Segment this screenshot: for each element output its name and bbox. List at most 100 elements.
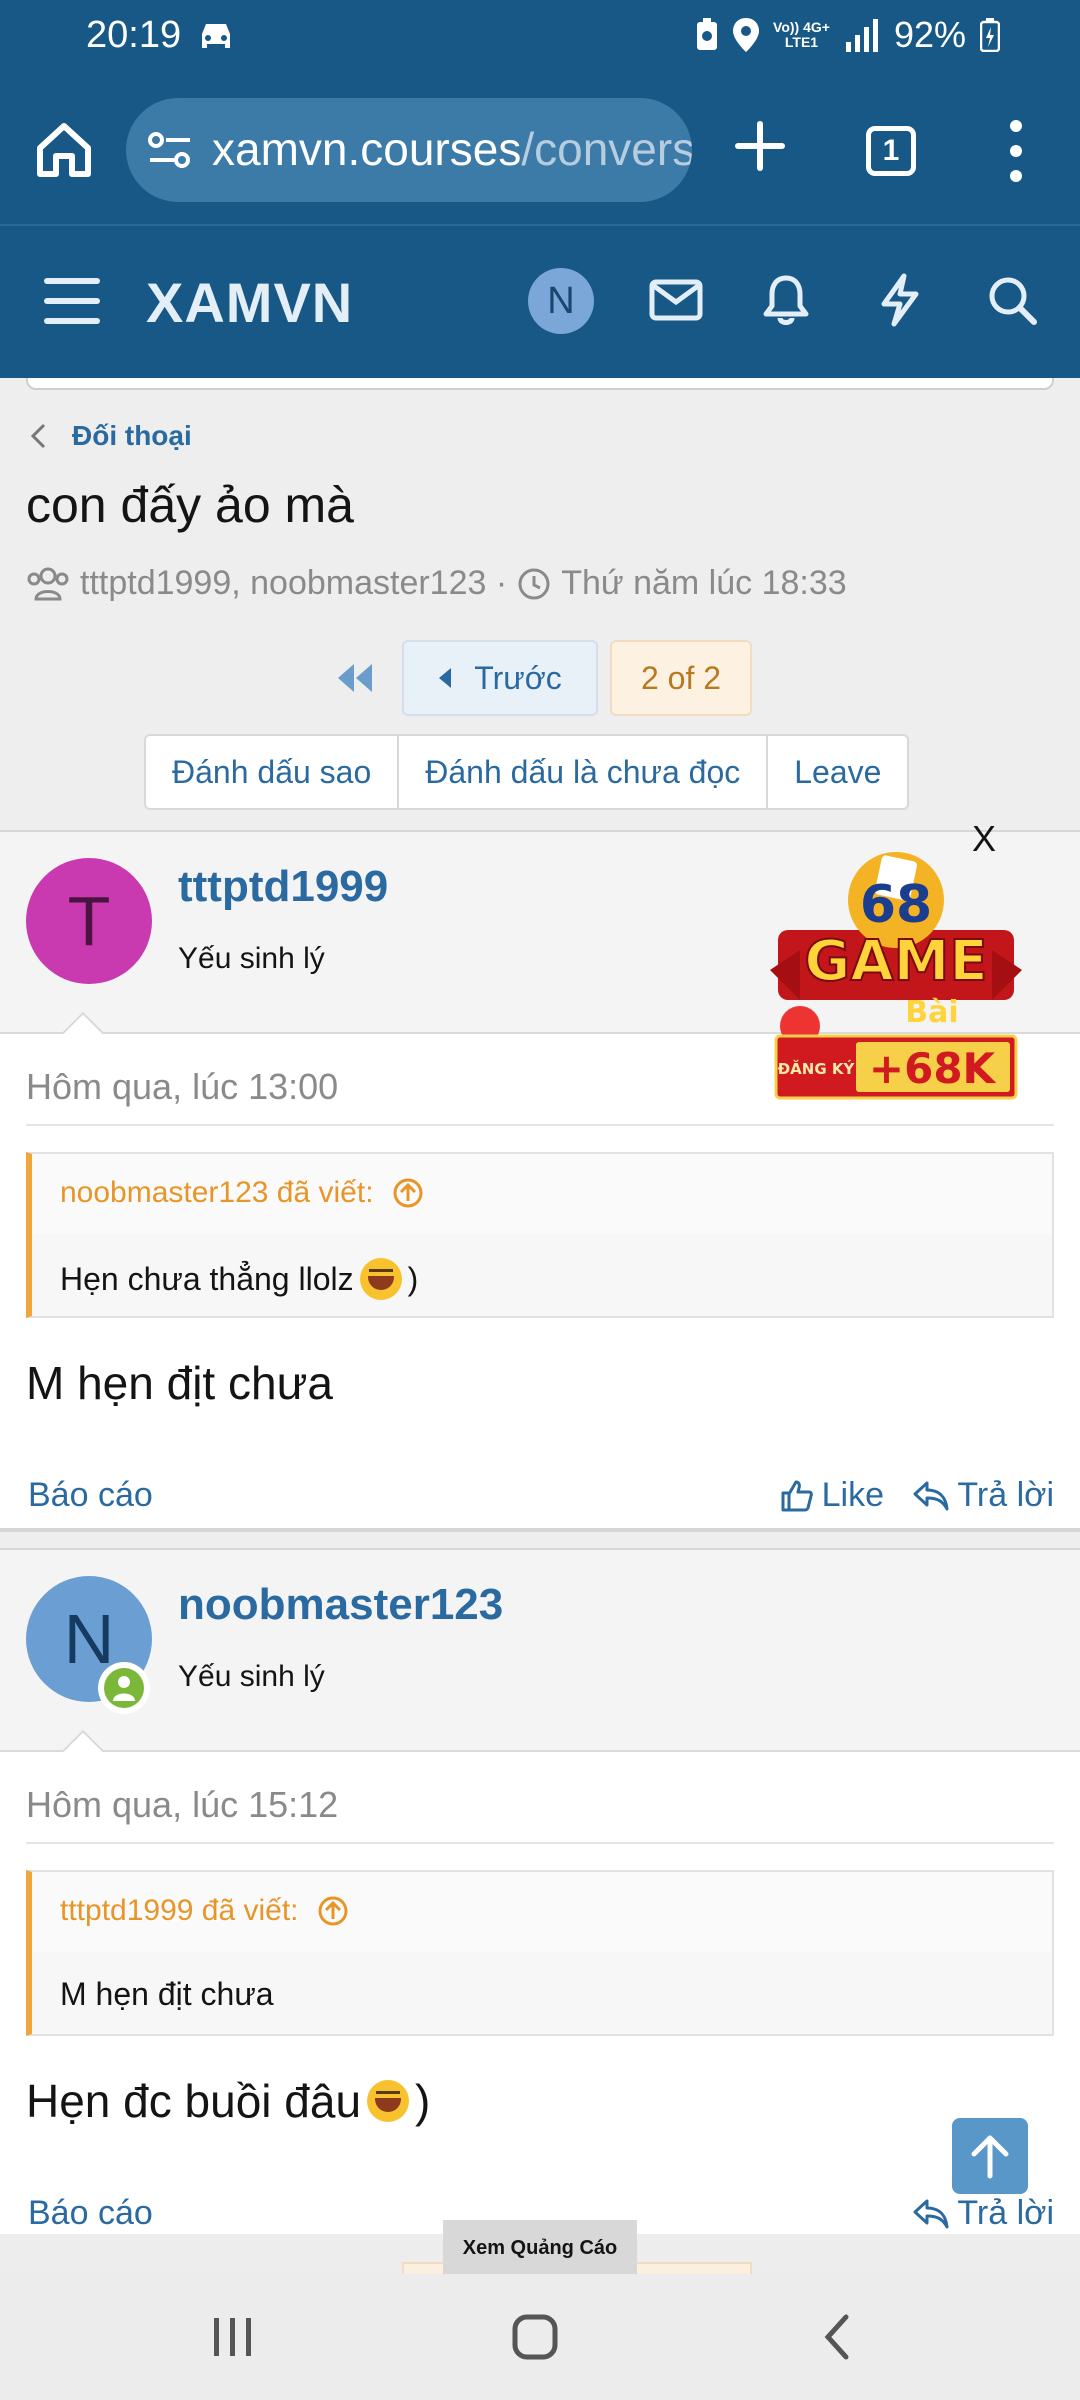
location-icon [733,18,760,52]
reply-button[interactable]: Trả lời [913,1476,1054,1515]
message-header: N noobmaster123 Yếu sinh lý [0,1550,1080,1773]
like-button[interactable]: Like [780,1476,884,1515]
ad-bonus: +68K [869,1044,997,1093]
current-page[interactable]: 2 of 2 [610,640,752,716]
reply-icon [913,1481,949,1510]
reply-label: Trả lời [957,2194,1054,2232]
message-date[interactable]: Hôm qua, lúc 13:00 [26,1066,338,1108]
message-body: M hẹn địt chưa [26,1356,333,1410]
report-button[interactable]: Báo cáo [28,2194,153,2233]
reply-button[interactable]: Trả lời [913,2194,1054,2233]
back-icon[interactable] [814,2312,864,2362]
quote-author[interactable]: tttptd1999 đã viết: [60,1894,349,1928]
network-sublabel: LTE1 [784,34,819,50]
header-edge [26,378,1054,390]
new-tab-icon[interactable] [730,116,790,176]
ad-brand: 68 [860,875,932,935]
participants: tttptd1999, noobmaster123 · [80,564,508,602]
more-options-icon[interactable] [1004,116,1028,186]
online-badge [98,1662,150,1714]
star-button[interactable]: Đánh dấu sao [146,736,400,808]
menu-icon[interactable] [42,276,102,326]
user-icon [113,1676,135,1701]
conversation-actions: Đánh dấu sao Đánh dấu là chưa đọc Leave [144,734,910,810]
page-title: con đấy ảo mà [26,477,354,533]
view-ad-tab[interactable]: Xem Quảng Cáo [443,2220,637,2274]
breadcrumb[interactable]: Đối thoại [30,420,192,452]
recent-apps-icon[interactable] [208,2312,258,2362]
user-title: Yếu sinh lý [178,942,325,975]
scroll-to-top-button[interactable] [952,2118,1028,2194]
ad-cta: ĐĂNG KÝ [778,1059,856,1078]
status-bar: 20:19 Vo)) 4G+ LTE1 92% [0,0,1080,78]
home-nav-icon[interactable] [510,2312,560,2362]
breadcrumb-label[interactable]: Đối thoại [72,420,192,452]
quote-text-content: Hẹn chưa thẳng llolz [60,1260,354,1297]
site-header: XAMVN N [0,224,1080,378]
game-ad-banner[interactable]: 68 GAME Bài ĐĂNG KÝ +68K [760,840,1032,1116]
message-footer: Báo cáo Like Trả lời [28,1472,1054,1522]
conversation-time: Thứ năm lúc 18:33 [561,564,847,602]
search-icon[interactable] [984,272,1040,328]
site-logo[interactable]: XAMVN [146,270,353,335]
message-text-suffix: ) [415,2075,431,2127]
system-nav-bar [0,2274,1080,2400]
battery-icon [980,18,1000,52]
arrow-up-circle-icon[interactable] [317,1895,349,1927]
page-content: Đối thoại con đấy ảo mà tttptd1999, noob… [0,378,1080,2234]
quote-author-label: noobmaster123 đã viết: [60,1176,374,1209]
message: N noobmaster123 Yếu sinh lý Hôm qua, lúc… [0,1548,1080,2234]
laughing-emoji-icon [367,2080,410,2122]
bell-icon[interactable] [758,272,814,328]
address-bar[interactable]: xamvn.courses/conversations [126,98,692,202]
avatar[interactable]: T [26,858,152,984]
previous-label: Trước [474,659,562,696]
thumbs-up-icon [781,1480,813,1511]
quote-block: tttptd1999 đã viết: M hẹn địt chưa [26,1870,1054,2036]
users-icon [27,567,69,600]
quote-text: M hẹn địt chưa [60,1976,274,2012]
lightning-icon[interactable] [872,272,928,328]
username[interactable]: noobmaster123 [178,1580,503,1630]
url-host: xamvn.courses [212,123,522,175]
account-avatar[interactable]: N [528,268,594,334]
url-text: xamvn.courses/conversations [212,122,692,176]
chevron-left-icon [30,423,46,449]
home-icon[interactable] [32,118,96,182]
laughing-emoji-icon [359,1258,402,1300]
ad-subtitle: Bài [905,995,958,1030]
quote-author[interactable]: noobmaster123 đã viết: [60,1176,424,1210]
arrow-up-circle-icon[interactable] [392,1177,424,1209]
site-settings-icon[interactable] [148,130,192,170]
clock-icon [518,568,550,599]
message-text: Hẹn đc buồi đâu [26,2075,362,2127]
like-label: Like [821,1476,884,1514]
status-time: 20:19 [86,14,182,56]
quote-author-label: tttptd1999 đã viết: [60,1894,299,1927]
quote-text: Hẹn chưa thẳng llolz ) [60,1258,418,1300]
battery-saver-icon [697,18,718,50]
signal-icon [845,19,878,52]
previous-page-button[interactable]: Trước [402,640,598,716]
mark-unread-button[interactable]: Đánh dấu là chưa đọc [399,736,769,808]
reply-icon [913,2199,949,2228]
first-page-icon[interactable] [334,662,374,694]
message-date[interactable]: Hôm qua, lúc 15:12 [26,1784,338,1826]
tab-switcher-button[interactable]: 1 [866,126,916,176]
pagination: Trước 2 of 2 [0,640,1080,716]
car-icon [202,24,230,48]
ad-title: GAME [804,929,987,994]
quote-block: noobmaster123 đã viết: Hẹn chưa thẳng ll… [26,1152,1054,1318]
report-button[interactable]: Báo cáo [28,1476,153,1515]
user-title: Yếu sinh lý [178,1660,325,1693]
message-body: Hẹn đc buồi đâu ) [26,2074,430,2128]
browser-toolbar: xamvn.courses/conversations 1 [0,78,1080,224]
leave-button[interactable]: Leave [768,736,907,808]
conversation-meta: tttptd1999, noobmaster123 · Thứ năm lúc … [26,564,847,603]
quote-text-suffix: ) [407,1260,419,1297]
username[interactable]: tttptd1999 [178,862,388,912]
message-text: M hẹn địt chưa [26,1357,333,1409]
caret-left-icon [439,668,452,688]
url-path: /conversations [521,123,692,175]
inbox-icon[interactable] [648,272,704,328]
